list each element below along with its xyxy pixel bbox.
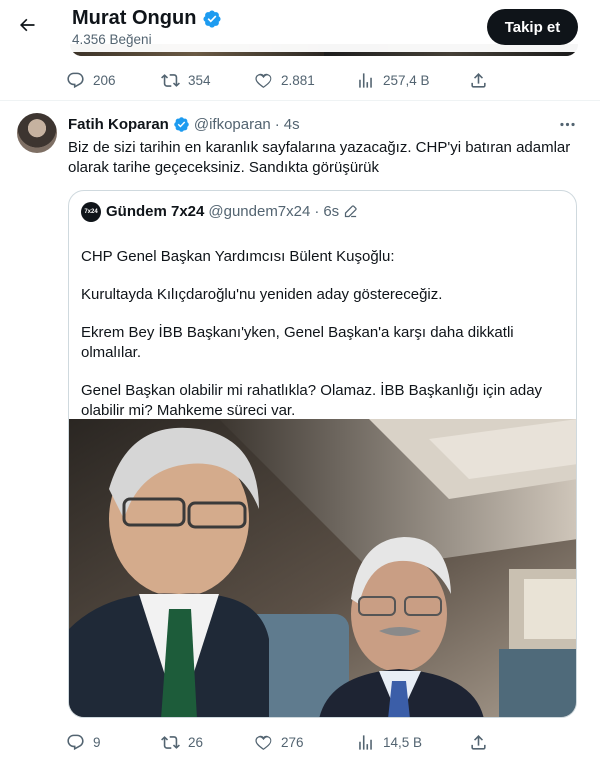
retweet-count: 354 [188, 72, 211, 88]
tweet-text-line: olarak tarihe geçeceksiniz. Sandıkta gör… [68, 159, 380, 176]
profile-name-row: Murat Ongun [72, 7, 222, 30]
quoted-text-line: olmalılar. [81, 344, 142, 361]
reply-button[interactable]: 206 [66, 71, 116, 90]
tweet-actions: 9 26 276 14,5 B [66, 730, 496, 754]
retweet-icon [161, 73, 180, 87]
separator-dot: · [274, 116, 280, 133]
tweet-author-handle[interactable]: @ifkoparan [194, 116, 271, 133]
reply-count: 206 [93, 72, 116, 88]
quoted-tweet-header: Gündem 7x24 @gundem7x24 · 6s [106, 203, 358, 220]
quoted-text-line: Genel Başkan olabilir mi rahatlıkla? Ola… [81, 382, 543, 399]
tweet-author-name[interactable]: Fatih Koparan [68, 116, 169, 133]
tweet-divider [0, 100, 600, 101]
quoted-tweet-card[interactable]: 7x24 Gündem 7x24 @gundem7x24 · 6s CHP Ge… [68, 190, 577, 718]
share-icon [471, 734, 486, 750]
separator-dot: · [314, 203, 320, 220]
reply-icon [67, 72, 84, 88]
quoted-tweet-photo[interactable] [69, 419, 576, 717]
like-icon [255, 735, 272, 750]
views-button[interactable]: 14,5 B [356, 733, 422, 752]
quoted-author-handle: @gundem7x24 [208, 203, 311, 220]
back-arrow-icon [20, 18, 35, 32]
verified-badge-icon [203, 9, 221, 28]
views-icon [359, 734, 372, 750]
profile-name: Murat Ongun [72, 7, 197, 29]
selfie-photo [69, 419, 576, 717]
share-button[interactable] [469, 733, 488, 752]
reply-icon [67, 734, 84, 750]
follow-button[interactable]: Takip et [487, 9, 578, 45]
like-count: 2.881 [281, 72, 315, 88]
tweet-timestamp[interactable]: 4s [284, 116, 300, 133]
previous-tweet-actions: 206 354 2.881 257,4 B [66, 68, 496, 92]
reply-button[interactable]: 9 [66, 733, 101, 752]
profile-likes-count: 4.356 Beğeni [72, 32, 152, 47]
retweet-button[interactable]: 354 [161, 71, 211, 90]
quoted-timestamp: 6s [323, 203, 340, 220]
views-icon [359, 72, 372, 88]
quoted-text-line: CHP Genel Başkan Yardımcısı Bülent Kuşoğ… [81, 248, 395, 265]
retweet-icon [161, 735, 180, 749]
tweet-text-line: Biz de sizi tarihin en karanlık sayfalar… [68, 139, 571, 156]
retweet-button[interactable]: 26 [161, 733, 203, 752]
like-icon [255, 73, 272, 88]
quoted-author-name: Gündem 7x24 [106, 203, 205, 220]
quoted-text-line: Kurultayda Kılıçdaroğlu'nu yeniden aday … [81, 286, 443, 303]
quoted-text-line: Ekrem Bey İBB Başkanı'yken, Genel Başkan… [81, 324, 514, 341]
avatar[interactable] [17, 113, 57, 153]
back-button[interactable] [12, 10, 42, 40]
like-button[interactable]: 2.881 [254, 71, 315, 90]
share-button[interactable] [469, 71, 488, 90]
edit-icon [345, 205, 357, 218]
retweet-count: 26 [188, 734, 204, 750]
quoted-avatar: 7x24 [81, 202, 101, 222]
share-icon [471, 72, 486, 88]
reply-count: 9 [93, 734, 101, 750]
views-count: 257,4 B [383, 72, 430, 88]
views-button[interactable]: 257,4 B [356, 71, 430, 90]
verified-badge-icon [174, 117, 189, 132]
like-count: 276 [281, 734, 304, 750]
tweet-text: Biz de sizi tarihin en karanlık sayfalar… [68, 138, 580, 178]
more-icon [559, 122, 575, 126]
profile-header: Murat Ongun 4.356 Beğeni Takip et [0, 0, 600, 52]
tweet-header: Fatih Koparan @ifkoparan · 4s [68, 116, 300, 133]
quoted-text-line: olabilir mi? Mahkeme süreci var. [81, 402, 296, 419]
like-button[interactable]: 276 [254, 733, 304, 752]
quoted-tweet-text: CHP Genel Başkan Yardımcısı Bülent Kuşoğ… [81, 229, 561, 439]
views-count: 14,5 B [383, 734, 423, 750]
more-options-button[interactable] [556, 113, 578, 135]
